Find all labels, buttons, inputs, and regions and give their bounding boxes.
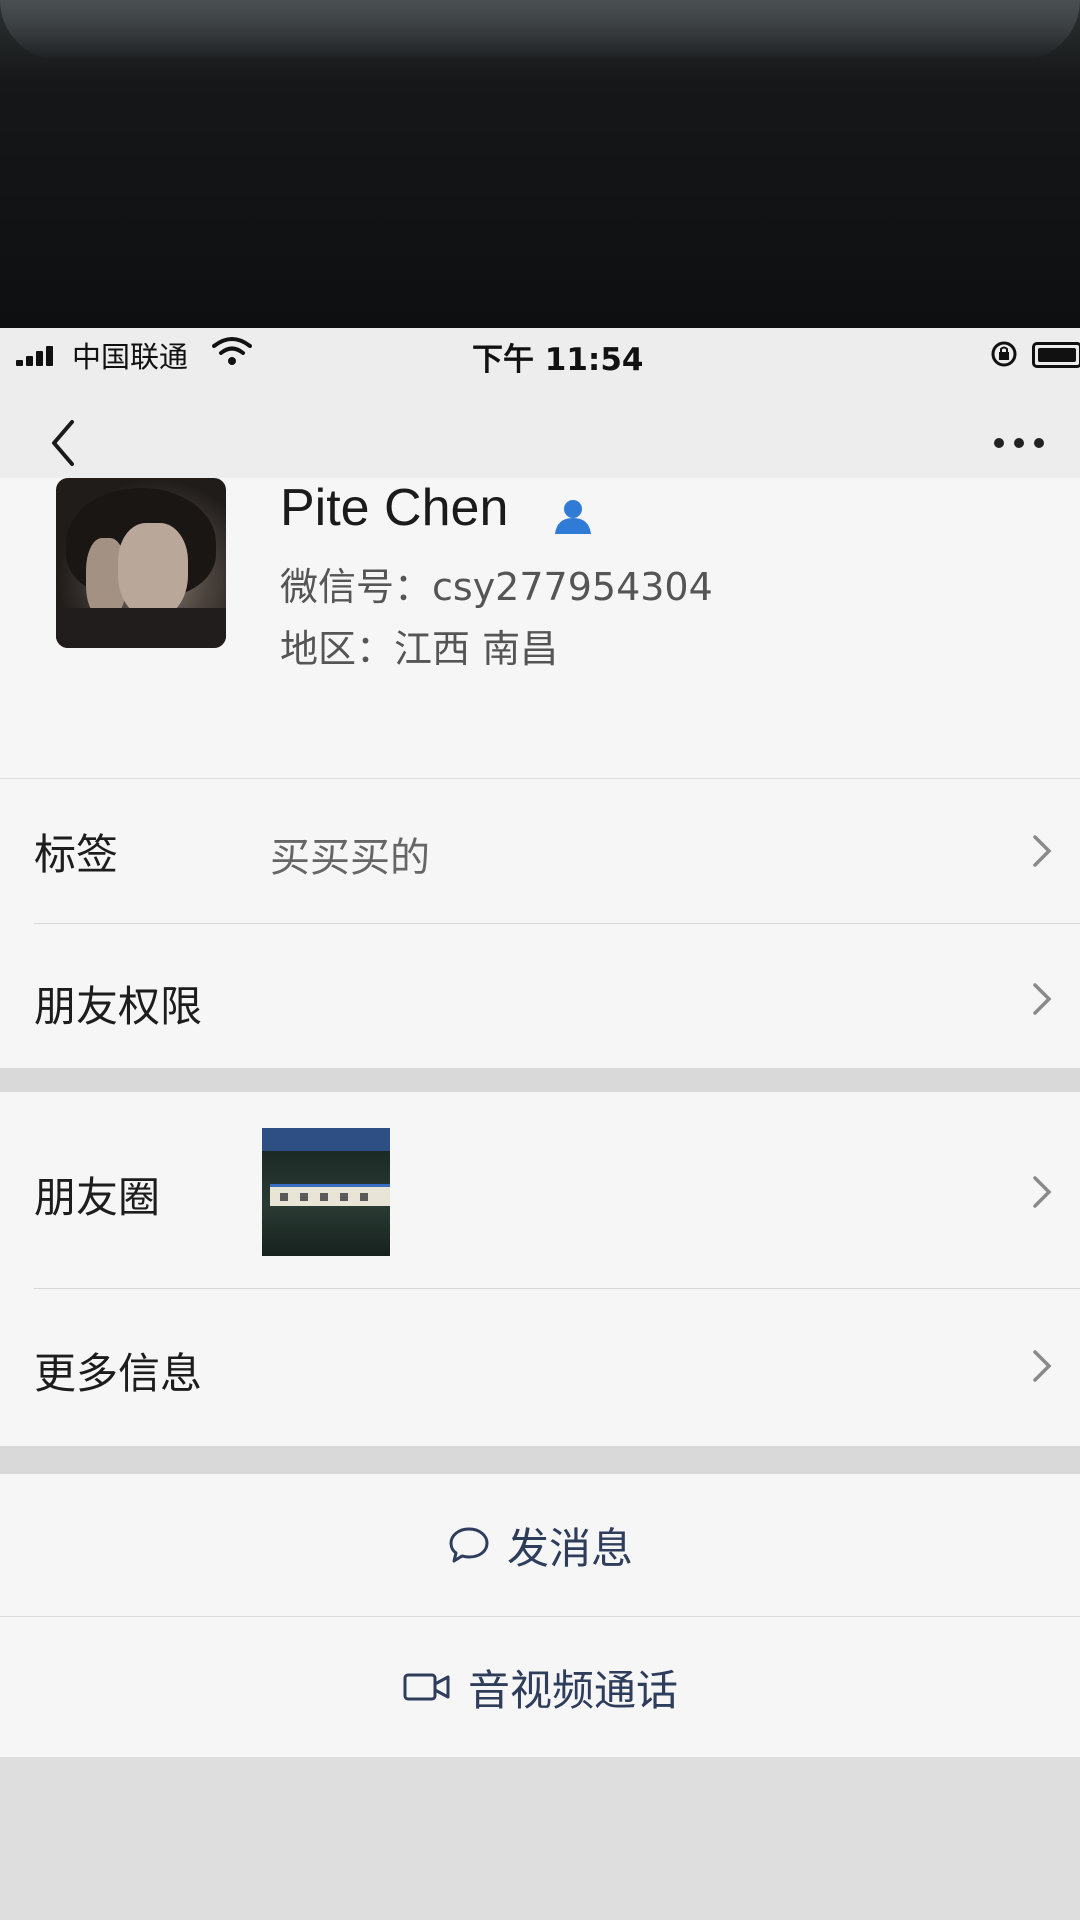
- friend-permissions-row[interactable]: 朋友权限: [0, 923, 1080, 1068]
- more-info-label: 更多信息: [34, 1349, 203, 1398]
- moments-row[interactable]: 朋友圈: [0, 1092, 1080, 1288]
- more-info-row[interactable]: 更多信息: [0, 1288, 1080, 1446]
- section-gap: [0, 1068, 1080, 1092]
- contact-profile-screen: 中国联通 下午 11:54 Pite Chen 微信号：csy277954304…: [0, 328, 1080, 1920]
- divider: [34, 1288, 1080, 1289]
- battery-icon: [1032, 342, 1080, 368]
- avatar[interactable]: [56, 478, 226, 648]
- back-button[interactable]: [40, 408, 90, 478]
- friend-permissions-label: 朋友权限: [34, 982, 203, 1031]
- tags-label: 标签: [34, 830, 119, 879]
- region: 地区：江西 南昌: [280, 627, 559, 671]
- contact-person-icon: [555, 500, 591, 534]
- send-message-button[interactable]: 发消息: [0, 1474, 1080, 1616]
- moments-photo-thumbnail: [262, 1128, 390, 1256]
- tags-row[interactable]: 标签 买买买的: [0, 779, 1080, 923]
- chevron-right-icon: [1033, 835, 1052, 867]
- moments-label: 朋友圈: [34, 1173, 161, 1222]
- audio-video-call-label: 音视频通话: [467, 1665, 678, 1715]
- tags-value: 买买买的: [270, 835, 430, 881]
- chevron-right-icon: [1033, 1176, 1052, 1208]
- wifi-icon: [212, 337, 252, 365]
- contact-name: Pite Chen: [280, 479, 509, 537]
- status-time: 下午 11:54: [472, 342, 644, 378]
- audio-video-call-button[interactable]: 音视频通话: [0, 1617, 1080, 1757]
- bottom-filler: [0, 1757, 1080, 1920]
- status-bar: 中国联通 下午 11:54: [0, 328, 1080, 382]
- section-gap: [0, 1446, 1080, 1474]
- carrier-name: 中国联通: [72, 340, 189, 374]
- wechat-id: 微信号：csy277954304: [280, 565, 713, 609]
- chat-bubble-icon: [449, 1527, 489, 1563]
- profile-header: Pite Chen 微信号：csy277954304 地区：江西 南昌: [0, 478, 1080, 778]
- device-bezel: [0, 0, 1080, 330]
- divider: [34, 923, 1080, 924]
- video-camera-icon: [403, 1673, 450, 1701]
- signal-icon: [16, 346, 60, 366]
- more-button[interactable]: [990, 428, 1050, 458]
- chevron-right-icon: [1033, 1350, 1052, 1382]
- chevron-right-icon: [1033, 983, 1052, 1015]
- send-message-label: 发消息: [506, 1523, 633, 1573]
- orientation-lock-icon: [991, 341, 1017, 367]
